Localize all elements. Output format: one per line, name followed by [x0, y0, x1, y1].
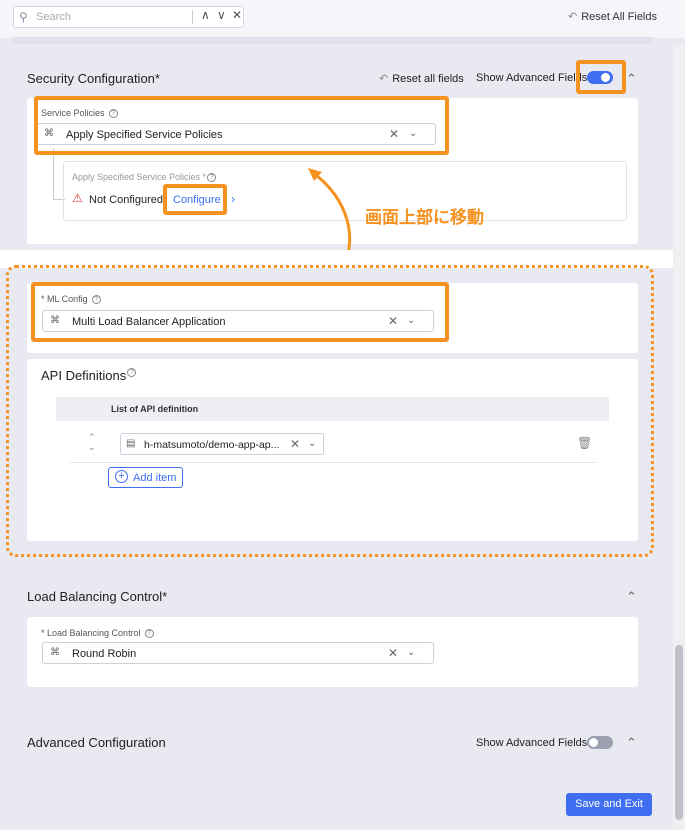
apply-specified-label-text: Apply Specified Service Policies * [72, 172, 207, 182]
help-icon: ? [144, 629, 154, 639]
chevron-right-icon[interactable]: › [231, 192, 235, 206]
search-box: ⚲ ∧ ∨ ✕ [13, 6, 244, 28]
reset-all-fields-section-button[interactable]: ↶ Reset all fields [379, 72, 464, 85]
divider [192, 10, 193, 24]
clear-selection-icon[interactable]: ✕ [388, 646, 398, 660]
algorithm-icon: ⌘ [50, 647, 60, 658]
ml-config-highlight-frame [31, 282, 449, 342]
undo-icon: ↶ [379, 73, 389, 85]
warning-icon: ⚠ [72, 191, 83, 205]
advanced-configuration-section: Advanced Configuration Show Advanced Fie… [13, 722, 653, 776]
previous-result-icon[interactable]: ∧ [201, 8, 210, 22]
security-title-text: Security Configuration [27, 71, 155, 86]
required-mark: * [154, 71, 160, 86]
apply-specified-label: Apply Specified Service Policies *? [72, 172, 217, 183]
collapse-chevron-icon[interactable]: ⌃ [626, 735, 637, 751]
show-advanced-fields-toggle[interactable] [587, 736, 613, 749]
reset-all-fields-label: Reset All Fields [581, 11, 657, 23]
load-balancing-section: Load Balancing Control* ⌃ * Load Balanci… [13, 576, 653, 707]
load-balancing-value: Round Robin [72, 648, 137, 660]
load-balancing-label-text: * Load Balancing Control [41, 628, 141, 638]
load-balancing-label: * Load Balancing Control? [41, 628, 154, 639]
top-bar: ⚲ ∧ ∨ ✕ ↶Reset All Fields [0, 0, 685, 38]
search-icon: ⚲ [19, 10, 28, 24]
show-advanced-fields-label: Show Advanced Fields [476, 72, 588, 84]
annotation-text: 画面上部に移動 [365, 208, 484, 227]
load-balancing-title-text: Load Balancing Control [27, 589, 163, 604]
show-advanced-fields-label: Show Advanced Fields [476, 737, 588, 749]
previous-section-edge [13, 37, 653, 44]
service-policies-highlight-frame [34, 96, 449, 155]
save-and-exit-button[interactable]: Save and Exit [566, 793, 652, 816]
not-configured-status: Not Configured [89, 194, 163, 206]
scrollbar-thumb[interactable] [675, 645, 683, 820]
required-mark: * [162, 589, 168, 604]
section-title: Security Configuration* [27, 71, 160, 86]
toggle-highlight-frame [576, 60, 626, 94]
undo-icon: ↶ [567, 11, 578, 23]
reset-label: Reset all fields [392, 73, 464, 85]
clear-search-icon[interactable]: ✕ [232, 8, 242, 22]
collapse-chevron-icon[interactable]: ⌃ [626, 71, 637, 87]
load-balancing-panel: * Load Balancing Control? ⌘ Round Robin … [27, 617, 638, 687]
chevron-down-icon[interactable]: ⌄ [407, 647, 415, 658]
help-icon: ? [207, 173, 217, 183]
configure-highlight-frame [163, 184, 227, 215]
load-balancing-select[interactable]: ⌘ Round Robin ✕ ⌄ [42, 642, 434, 664]
search-input[interactable] [36, 9, 186, 25]
section-title: Advanced Configuration [27, 735, 166, 750]
reset-all-fields-button[interactable]: ↶ Reset All Fields [568, 10, 657, 23]
next-result-icon[interactable]: ∨ [217, 8, 226, 22]
section-title: Load Balancing Control* [27, 589, 167, 604]
toggle-knob [589, 738, 598, 747]
collapse-chevron-icon[interactable]: ⌃ [626, 589, 637, 605]
